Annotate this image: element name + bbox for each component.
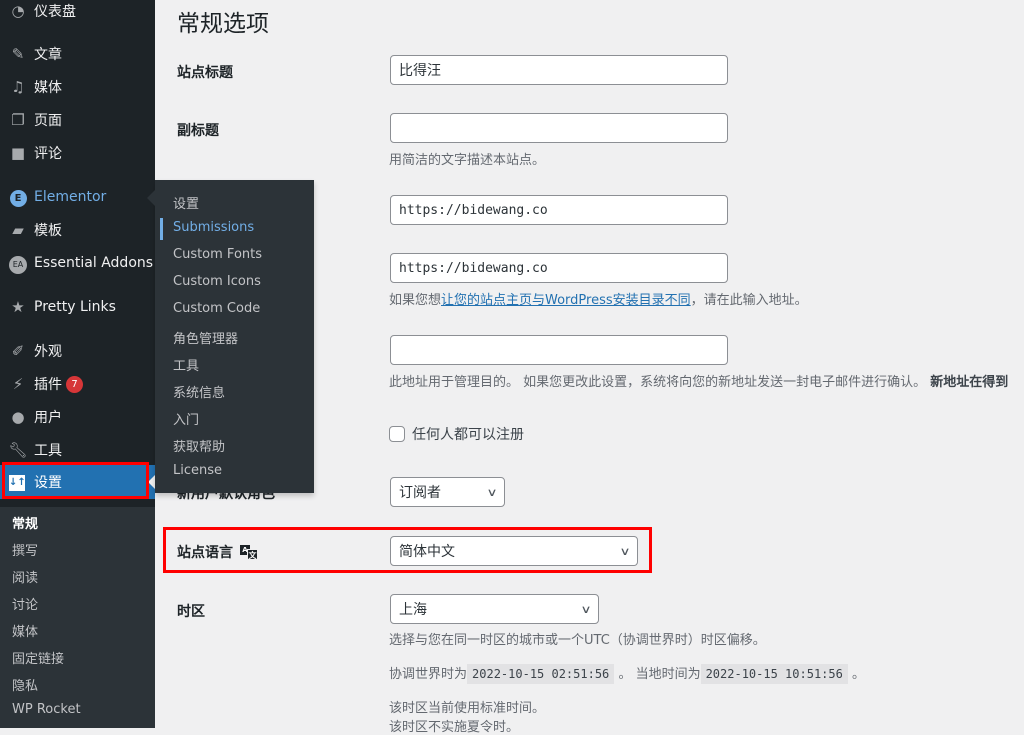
utc-time: 2022-10-15 02:51:56 (467, 664, 615, 684)
admin-email-input[interactable] (390, 335, 728, 365)
standard-time-note: 该时区当前使用标准时间。 (389, 701, 546, 716)
submenu-privacy[interactable]: 隐私 (12, 675, 38, 694)
flyout-system-info[interactable]: 系统信息 (173, 382, 225, 401)
sidebar-item-media[interactable]: ♫ 媒体 (0, 72, 155, 102)
flyout-submissions[interactable]: Submissions (173, 220, 254, 235)
submenu-media[interactable]: 媒体 (12, 621, 38, 640)
media-icon: ♫ (11, 78, 25, 96)
submenu-general[interactable]: 常规 (12, 513, 38, 532)
flyout-custom-code[interactable]: Custom Code (173, 301, 260, 316)
site-url-input[interactable]: https://bidewang.co (390, 253, 728, 283)
membership-checkbox[interactable] (389, 426, 405, 442)
time-readout: 协调世界时为 2022-10-15 02:51:56 。 当地时间为 2022-10… (389, 663, 865, 684)
elementor-flyout-menu: 设置 Submissions Custom Fonts Custom Icons… (147, 180, 314, 493)
submenu-discussion[interactable]: 讨论 (12, 594, 38, 613)
local-time: 2022-10-15 10:51:56 (700, 664, 848, 684)
timezone-description: 选择与您在同一时区的城市或一个UTC（协调世界时）时区偏移。 (389, 633, 766, 648)
highlight-box-site-language (163, 527, 652, 573)
tagline-input[interactable] (390, 113, 728, 143)
membership-checkbox-row[interactable]: 任何人都可以注册 (389, 424, 524, 444)
site-title-label: 站点标题 (177, 65, 233, 81)
flyout-getting-started[interactable]: 入门 (173, 409, 199, 428)
sidebar-item-comments[interactable]: ■ 评论 (0, 138, 155, 168)
submenu-writing[interactable]: 撰写 (12, 540, 38, 559)
flyout-role-manager[interactable]: 角色管理器 (173, 328, 238, 347)
sidebar-item-templates[interactable]: ▰ 模板 (0, 215, 155, 245)
dst-note: 该时区不实施夏令时。 (389, 720, 520, 735)
default-role-select[interactable]: 订阅者 ∨ (390, 477, 505, 507)
page-icon: ❐ (11, 111, 25, 129)
star-icon: ★ (11, 298, 25, 316)
current-indicator (160, 218, 163, 240)
pin-icon: ✎ (11, 45, 25, 63)
flyout-custom-icons[interactable]: Custom Icons (173, 274, 261, 289)
sidebar-item-pretty-links[interactable]: ★ Pretty Links (0, 292, 155, 322)
tagline-label: 副标题 (177, 123, 219, 139)
elementor-icon: E (0, 187, 34, 207)
submenu-permalinks[interactable]: 固定链接 (12, 648, 64, 667)
flyout-get-help[interactable]: 获取帮助 (173, 436, 225, 455)
sidebar-item-dashboard[interactable]: ◔ 仪表盘 (0, 0, 155, 26)
sidebar-item-plugins[interactable]: ⚡ 插件 7 (0, 369, 155, 399)
update-count-badge: 7 (66, 375, 83, 393)
plugin-icon: ⚡ (12, 375, 24, 393)
timezone-label: 时区 (177, 604, 205, 620)
dashboard-icon: ◔ (11, 2, 25, 20)
sidebar-item-users[interactable]: ● 用户 (0, 402, 155, 432)
submenu-wp-rocket[interactable]: WP Rocket (12, 702, 81, 717)
admin-sidebar: ◔ 仪表盘 ✎ 文章 ♫ 媒体 ❐ 页面 ■ 评论 E Elementor ▰ 模板 EA Es… (0, 0, 155, 728)
tagline-description: 用简洁的文字描述本站点。 (389, 153, 546, 168)
page-title: 常规选项 (177, 11, 269, 37)
wrench-icon: 🔧︎ (8, 441, 28, 459)
user-icon: ● (11, 408, 25, 426)
sidebar-item-pages[interactable]: ❐ 页面 (0, 105, 155, 135)
submenu-reading[interactable]: 阅读 (12, 567, 38, 586)
settings-submenu: 常规 撰写 阅读 讨论 媒体 固定链接 隐私 WP Rocket (0, 507, 155, 728)
comment-icon: ■ (10, 144, 26, 162)
sidebar-item-appearance[interactable]: ✐ 外观 (0, 336, 155, 366)
timezone-select[interactable]: 上海 ∨ (390, 594, 599, 624)
sidebar-item-posts[interactable]: ✎ 文章 (0, 39, 155, 69)
chevron-down-icon: ∨ (580, 602, 592, 616)
sidebar-item-elementor[interactable]: E Elementor (0, 182, 155, 212)
chevron-down-icon: ∨ (486, 485, 498, 499)
site-url-description: 如果您想让您的站点主页与WordPress安装目录不同，请在此输入地址。 (389, 293, 808, 308)
flyout-tools[interactable]: 工具 (173, 355, 199, 374)
site-title-input[interactable]: 比得汪 (390, 55, 728, 85)
flyout-custom-fonts[interactable]: Custom Fonts (173, 247, 262, 262)
highlight-box-settings (2, 462, 149, 499)
admin-email-description: 此地址用于管理目的。 如果您更改此设置，系统将向您的新地址发送一封电子邮件进行确… (389, 375, 1009, 390)
wordpress-url-input[interactable]: https://bidewang.co (390, 195, 728, 225)
sidebar-item-essential-addons[interactable]: EA Essential Addons (0, 248, 155, 278)
brush-icon: ✐ (11, 342, 25, 360)
ea-icon: EA (0, 253, 34, 274)
sidebar-item-tools[interactable]: 🔧︎ 工具 (0, 435, 155, 465)
folder-icon: ▰ (12, 221, 24, 239)
site-url-help-link[interactable]: 让您的站点主页与WordPress安装目录不同 (441, 293, 691, 308)
flyout-license[interactable]: License (173, 463, 222, 478)
flyout-settings[interactable]: 设置 (173, 193, 199, 212)
